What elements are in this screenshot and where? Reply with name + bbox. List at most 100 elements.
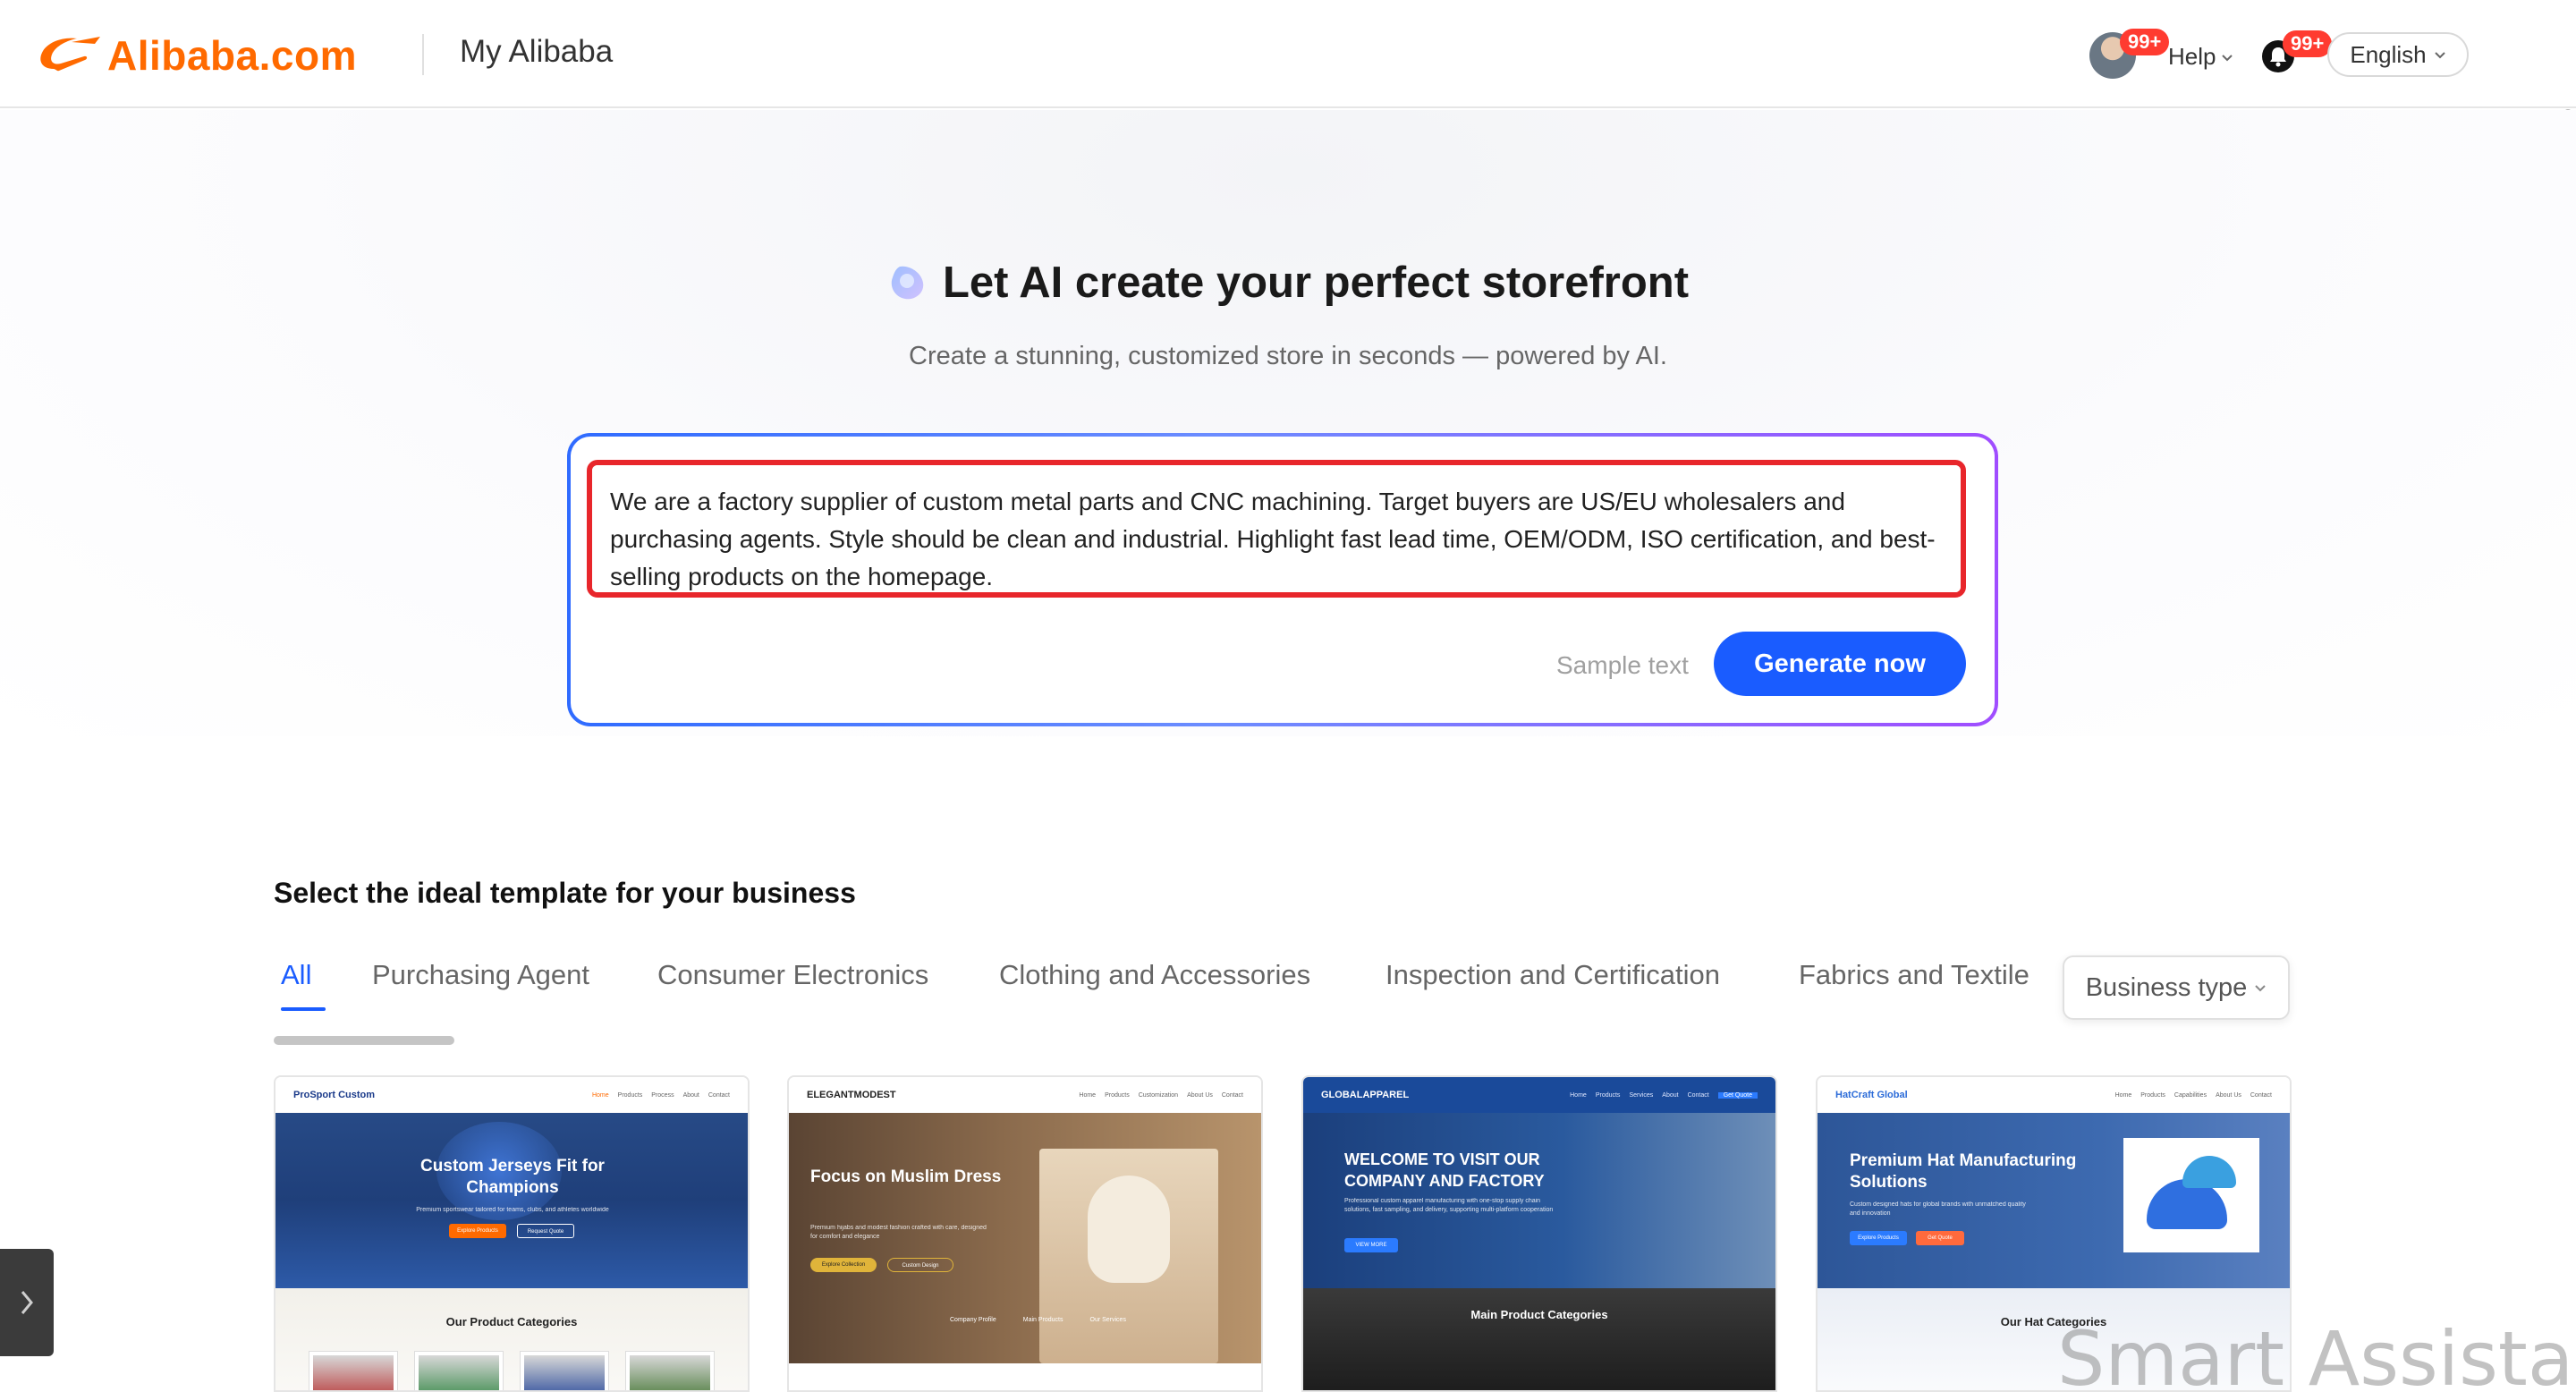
- template-tagline: Custom designed hats for global brands w…: [1850, 1201, 2026, 1217]
- hero-title: Let AI create your perfect storefront: [0, 258, 2576, 308]
- alibaba-logo-icon: [40, 37, 100, 72]
- template-section-title: Our Product Categories: [445, 1315, 578, 1328]
- chevron-down-icon: [2255, 985, 2266, 992]
- business-type-dropdown[interactable]: Business type: [2063, 955, 2290, 1020]
- templates-section-title: Select the ideal template for your busin…: [274, 877, 856, 909]
- template-hero-image: WELCOME TO VISIT OUR COMPANY AND FACTORY…: [1303, 1113, 1775, 1288]
- template-nav-link: Home: [1570, 1091, 1587, 1099]
- template-nav-link: Home: [2114, 1091, 2132, 1099]
- hero-title-text: Let AI create your perfect storefront: [942, 259, 1690, 307]
- template-primary-button: VIEW MORE: [1344, 1238, 1398, 1252]
- alibaba-logo[interactable]: Alibaba.com: [36, 27, 357, 84]
- template-tagline: Premium hijabs and modest fashion crafte…: [810, 1225, 987, 1240]
- template-nav-link: Products: [617, 1091, 643, 1099]
- tab-fabrics-and-textile[interactable]: Fabrics and Textile: [1799, 959, 2029, 991]
- template-secondary-button: Custom Design: [887, 1258, 953, 1272]
- tab-consumer-electronics[interactable]: Consumer Electronics: [657, 959, 928, 991]
- template-footer-link: Main Products: [1022, 1317, 1063, 1323]
- sample-text-link[interactable]: Sample text: [1556, 651, 1689, 680]
- template-nav-link: About Us: [2216, 1091, 2241, 1099]
- template-brand: ELEGANTMODEST: [807, 1090, 896, 1100]
- template-nav-link: Contact: [708, 1091, 730, 1099]
- hero-subtitle: Create a stunning, customized store in s…: [909, 342, 1667, 370]
- avatar-count-badge: 99+: [2120, 29, 2170, 55]
- template-nav-link: Contact: [2250, 1091, 2272, 1099]
- template-thumbnail: [309, 1351, 398, 1390]
- template-nav-link: About: [1662, 1091, 1679, 1099]
- tab-clothing-and-accessories[interactable]: Clothing and Accessories: [999, 959, 1310, 991]
- template-nav-link: Process: [651, 1091, 674, 1099]
- page-section-title[interactable]: My Alibaba: [460, 34, 613, 70]
- template-brand: HatCraft Global: [1835, 1090, 1908, 1100]
- template-headline: Focus on Muslim Dress: [810, 1167, 1002, 1186]
- template-headline: Custom Jerseys Fit for Champions: [420, 1157, 605, 1197]
- template-nav-link: Customization: [1138, 1091, 1179, 1099]
- template-nav: ProSport Custom Home Products Process Ab…: [275, 1077, 748, 1113]
- template-body-bg: [1303, 1288, 1775, 1390]
- template-tagline: Premium sportswear tailored for teams, c…: [416, 1207, 609, 1213]
- business-type-label: Business type: [2085, 972, 2248, 1002]
- ai-prompt-panel-inner: We are a factory supplier of custom meta…: [571, 437, 1995, 723]
- chevron-down-icon: [2222, 54, 2233, 61]
- ai-sparkle-icon: [891, 266, 924, 300]
- chevron-right-icon: [21, 1291, 33, 1314]
- template-nav-link: Products: [1105, 1091, 1130, 1099]
- template-thumbnails: [275, 1351, 748, 1390]
- template-card-prosport[interactable]: ProSport Custom Home Products Process Ab…: [274, 1075, 750, 1392]
- template-nav-links: Home Products Services About Contact Get…: [1570, 1091, 1758, 1099]
- template-brand: GLOBALAPPAREL: [1321, 1090, 1410, 1100]
- template-card-elegantmodest[interactable]: ELEGANTMODEST Home Products Customizatio…: [787, 1075, 1263, 1392]
- template-thumbnail: [520, 1351, 609, 1390]
- template-nav-link: Services: [1629, 1091, 1654, 1099]
- language-label: English: [2350, 40, 2427, 68]
- template-card-globalapparel[interactable]: GLOBALAPPAREL Home Products Services Abo…: [1301, 1075, 1777, 1392]
- template-nav-links: Home Products Customization About Us Con…: [1079, 1092, 1243, 1099]
- template-nav-button: Get Quote: [1717, 1091, 1758, 1099]
- template-nav-link: Products: [2140, 1091, 2165, 1099]
- template-headline: WELCOME TO VISIT OUR COMPANY AND FACTORY: [1344, 1150, 1545, 1190]
- template-cap-shape: [2182, 1156, 2236, 1188]
- template-nav: HatCraft Global Home Products Capabiliti…: [1818, 1077, 2290, 1113]
- generate-now-button[interactable]: Generate now: [1714, 632, 1966, 696]
- template-headline: Premium Hat Manufacturing Solutions: [1850, 1151, 2077, 1192]
- template-nav: ELEGANTMODEST Home Products Customizatio…: [789, 1077, 1261, 1113]
- tab-inspection-and-certification[interactable]: Inspection and Certification: [1385, 959, 1720, 991]
- template-nav-links: Home Products Capabilities About Us Cont…: [2115, 1092, 2272, 1099]
- template-nav-link: About Us: [1187, 1091, 1213, 1099]
- template-footer-link: Our Services: [1089, 1317, 1126, 1323]
- side-panel-toggle[interactable]: [0, 1249, 54, 1356]
- template-hero-image: Focus on Muslim Dress Premium hijabs and…: [789, 1113, 1261, 1363]
- template-nav-link: Home: [1079, 1091, 1097, 1099]
- template-nav-links: Home Products Process About Contact: [592, 1092, 730, 1099]
- template-thumbnail: [625, 1351, 715, 1390]
- template-hero-image: Custom Jerseys Fit for Champions Premium…: [275, 1113, 748, 1288]
- smart-assistant-watermark: Smart Assistant: [2057, 1315, 2576, 1392]
- template-product-photo: [2123, 1138, 2259, 1252]
- template-secondary-button: Get Quote: [1916, 1231, 1964, 1245]
- template-tagline: Professional custom apparel manufacturin…: [1344, 1198, 1554, 1213]
- notification-count-badge: 99+: [2283, 30, 2333, 57]
- template-model-photo: [1039, 1149, 1218, 1363]
- template-model-figure: [1088, 1176, 1170, 1283]
- template-brand: ProSport Custom: [293, 1090, 376, 1100]
- store-description-input[interactable]: We are a factory supplier of custom meta…: [587, 460, 1966, 598]
- tab-all[interactable]: All: [281, 959, 326, 1011]
- template-primary-button: Explore Collection: [810, 1258, 877, 1272]
- logo-text: Alibaba.com: [107, 32, 358, 79]
- template-nav-link: Contact: [1687, 1091, 1709, 1099]
- language-selector[interactable]: English: [2327, 32, 2469, 77]
- chevron-down-icon: [2434, 52, 2445, 59]
- template-primary-button: Explore Products: [1850, 1231, 1907, 1245]
- help-menu[interactable]: Help: [2168, 43, 2233, 71]
- template-nav-link: Contact: [1221, 1091, 1243, 1099]
- help-label: Help: [2168, 43, 2216, 70]
- template-nav-link: Home: [591, 1091, 609, 1099]
- tab-purchasing-agent[interactable]: Purchasing Agent: [372, 959, 589, 991]
- ai-prompt-panel: We are a factory supplier of custom meta…: [567, 433, 1998, 726]
- active-tab-underline: [281, 1007, 326, 1011]
- tabs-scroll-indicator[interactable]: [274, 1036, 454, 1045]
- template-hero-image: Premium Hat Manufacturing Solutions Cust…: [1818, 1113, 2290, 1288]
- template-footer-links: Company Profile Main Products Our Servic…: [950, 1317, 1126, 1323]
- tab-label: All: [281, 959, 312, 990]
- template-secondary-button: Request Quote: [517, 1224, 574, 1238]
